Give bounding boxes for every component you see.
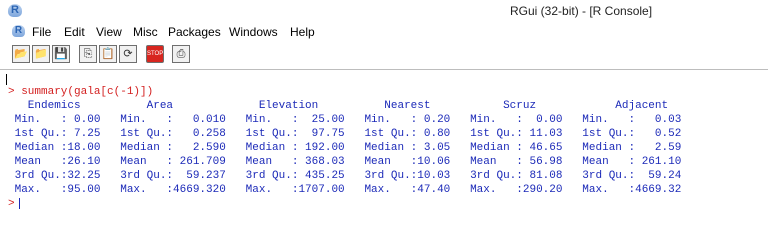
- output-line: Max. :95.00 Max. :4669.320 Max. :1707.00…: [8, 184, 695, 196]
- menu-packages[interactable]: Packages: [168, 25, 221, 39]
- output-line: 1st Qu.: 7.25 1st Qu.: 0.258 1st Qu.: 97…: [8, 128, 695, 140]
- copy-paste-icon[interactable]: ⟳: [119, 45, 137, 63]
- open-script-icon[interactable]: 📂: [12, 45, 30, 63]
- title-bar: R RGui (32-bit) - [R Console]: [0, 0, 768, 22]
- input-cursor: [19, 198, 20, 209]
- output-line: Mean :26.10 Mean : 261.709 Mean : 368.03…: [8, 156, 695, 168]
- text-cursor: [6, 74, 7, 85]
- menu-view[interactable]: View: [96, 25, 122, 39]
- menu-file[interactable]: File: [32, 25, 51, 39]
- r-menu-icon[interactable]: R: [12, 25, 25, 37]
- load-workspace-icon[interactable]: 📁: [32, 45, 50, 63]
- copy-icon[interactable]: ⎘: [79, 45, 97, 63]
- output-line: Median :18.00 Median : 2.590 Median : 19…: [8, 142, 695, 154]
- paste-icon[interactable]: 📋: [99, 45, 117, 63]
- save-icon[interactable]: 💾: [52, 45, 70, 63]
- output-header: Endemics Area Elevation Nearest Scruz Ad…: [8, 100, 702, 112]
- window-title: RGui (32-bit) - [R Console]: [510, 4, 653, 18]
- menu-windows[interactable]: Windows: [229, 25, 278, 39]
- menu-edit[interactable]: Edit: [64, 25, 85, 39]
- input-prompt[interactable]: >: [8, 198, 15, 210]
- menu-help[interactable]: Help: [290, 25, 315, 39]
- menu-misc[interactable]: Misc: [133, 25, 158, 39]
- r-console[interactable]: > summary(gala[c(-1)]) Endemics Area Ele…: [0, 70, 768, 219]
- r-app-icon: R: [8, 4, 22, 17]
- output-line: 3rd Qu.:32.25 3rd Qu.: 59.237 3rd Qu.: 4…: [8, 170, 695, 182]
- menu-bar: R File Edit View Misc Packages Windows H…: [0, 22, 768, 42]
- toolbar: 📂 📁 💾 ⎘ 📋 ⟳ STOP ⎙: [0, 42, 768, 66]
- print-icon[interactable]: ⎙: [172, 45, 190, 63]
- command-line: > summary(gala[c(-1)]): [8, 86, 154, 98]
- stop-icon[interactable]: STOP: [146, 45, 164, 63]
- output-line: Min. : 0.00 Min. : 0.010 Min. : 25.00 Mi…: [8, 114, 695, 126]
